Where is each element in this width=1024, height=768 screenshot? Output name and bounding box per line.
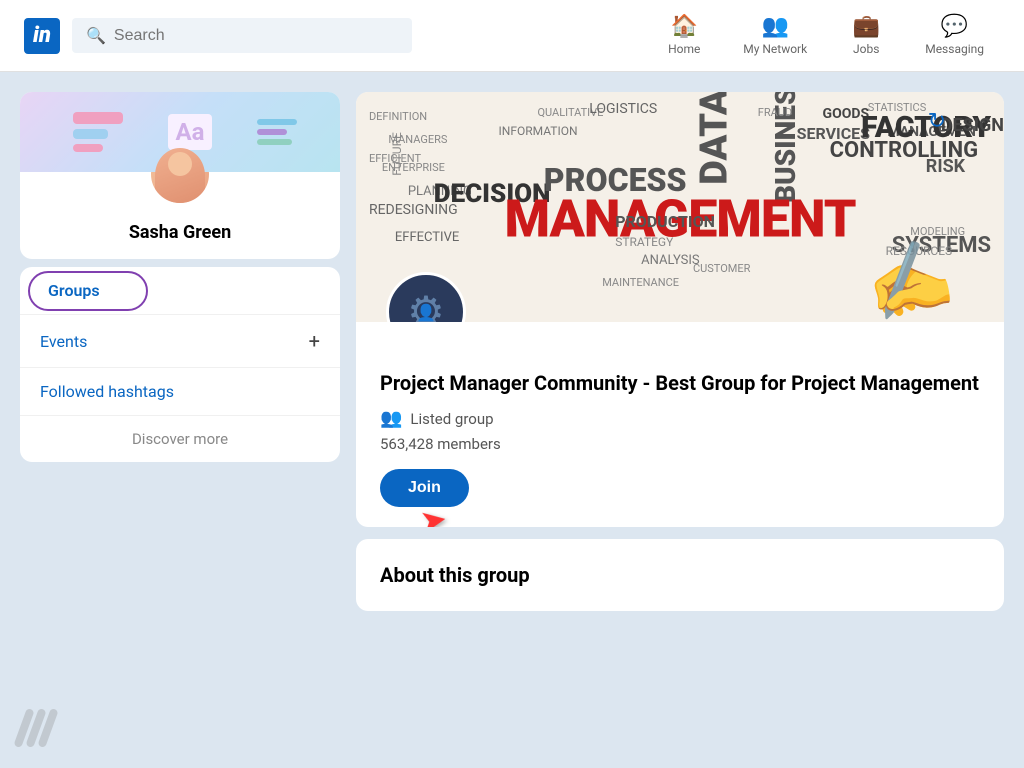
- nav-right: 🏠 Home 👥 My Network 💼 Jobs 💬 Messaging: [649, 8, 1000, 64]
- group-type-icon: 👥: [380, 408, 402, 429]
- right-content: DEFINITION MANAGERS EFFICIENT FUTURE ENT…: [356, 92, 1004, 768]
- wc-risk: RISK: [926, 156, 965, 177]
- nav-item-messaging[interactable]: 💬 Messaging: [909, 8, 1000, 64]
- profile-card: Aa Sasha Green: [20, 92, 340, 259]
- mynetwork-icon: 👥: [762, 16, 789, 38]
- slash-marks: [20, 708, 52, 748]
- about-card: About this group: [356, 539, 1004, 611]
- sidebar-nav: Groups Events + Followed hashtags Discov…: [20, 267, 340, 462]
- more-options-button[interactable]: ···: [962, 104, 992, 138]
- discover-label: Discover more: [132, 430, 228, 448]
- search-input[interactable]: [114, 27, 398, 45]
- wc-data: DATA: [693, 92, 737, 185]
- navbar: in 🔍 🏠 Home 👥 My Network 💼 Jobs 💬 Messag…: [0, 0, 1024, 72]
- avatar-figure: [155, 148, 205, 203]
- wc-production: PRODUCTION: [615, 212, 715, 231]
- wc-maintenance: MAINTENANCE: [602, 276, 679, 289]
- group-type: Listed group: [410, 410, 493, 428]
- nav-label-messaging: Messaging: [925, 42, 984, 56]
- jobs-icon: 💼: [853, 16, 880, 38]
- profile-name: Sasha Green: [20, 214, 340, 259]
- nav-label-home: Home: [668, 42, 700, 56]
- banner-decoration-blue: [73, 129, 108, 139]
- wc-information: INFORMATION: [499, 124, 578, 138]
- wc-strategy: STRATEGY: [615, 235, 673, 249]
- banner-decoration-pink-1: [73, 112, 123, 124]
- refresh-button[interactable]: ↻: [924, 104, 950, 138]
- banner-line-3: [257, 139, 292, 145]
- groups-label: Groups: [40, 281, 100, 300]
- about-title: About this group: [380, 563, 980, 587]
- avatar-head: [168, 152, 192, 176]
- nav-label-mynetwork: My Network: [743, 42, 807, 56]
- search-bar[interactable]: 🔍: [72, 18, 412, 53]
- wc-logistics: LOGISTICS: [589, 101, 657, 117]
- group-title: Project Manager Community - Best Group f…: [380, 370, 980, 396]
- banner-line-1: [257, 119, 297, 125]
- nav-item-mynetwork[interactable]: 👥 My Network: [727, 8, 823, 64]
- search-icon: 🔍: [86, 26, 106, 45]
- messaging-icon: 💬: [941, 16, 968, 38]
- sidebar-item-discover[interactable]: Discover more: [20, 416, 340, 462]
- nav-item-jobs[interactable]: 💼 Jobs: [831, 8, 901, 64]
- sidebar-item-events[interactable]: Events +: [20, 315, 340, 368]
- banner-line-2: [257, 129, 287, 135]
- sidebar-item-hashtags[interactable]: Followed hashtags: [20, 368, 340, 416]
- plus-icon-events: +: [309, 329, 320, 353]
- wc-customer: CUSTOMER: [693, 262, 750, 275]
- bottom-logo: [20, 708, 52, 748]
- group-meta: 👥 Listed group: [380, 408, 980, 429]
- home-icon: 🏠: [671, 16, 698, 38]
- banner-decoration-pink-2: [73, 144, 103, 152]
- sidebar: Aa Sasha Green: [20, 92, 340, 768]
- events-label: Events: [40, 332, 87, 351]
- group-members: 563,428 members: [380, 435, 980, 453]
- group-card: DEFINITION MANAGERS EFFICIENT FUTURE ENT…: [356, 92, 1004, 527]
- nav-item-home[interactable]: 🏠 Home: [649, 8, 719, 64]
- linkedin-logo: in: [24, 18, 60, 54]
- group-banner: DEFINITION MANAGERS EFFICIENT FUTURE ENT…: [356, 92, 1004, 322]
- group-actions: ↻ ···: [924, 104, 992, 138]
- join-wrap: Join ➤: [380, 469, 469, 507]
- sidebar-item-groups[interactable]: Groups: [20, 267, 340, 315]
- wc-fraud: FRAUD: [758, 106, 792, 119]
- group-info: Project Manager Community - Best Group f…: [356, 322, 1004, 527]
- hashtags-label: Followed hashtags: [40, 382, 174, 401]
- wc-definition: DEFINITION: [369, 110, 427, 123]
- person-gear-icon: 👤: [416, 303, 436, 322]
- nav-left: in 🔍: [24, 18, 649, 54]
- nav-label-jobs: Jobs: [853, 42, 879, 56]
- banner-aa-text: Aa: [168, 114, 213, 150]
- wc-effective: EFFECTIVE: [395, 230, 459, 245]
- banner-lines: [257, 119, 297, 145]
- wc-enterprise: ENTERPRISE: [382, 161, 445, 174]
- main-content: Aa Sasha Green: [0, 72, 1024, 768]
- wc-analysis: ANALYSIS: [641, 253, 700, 268]
